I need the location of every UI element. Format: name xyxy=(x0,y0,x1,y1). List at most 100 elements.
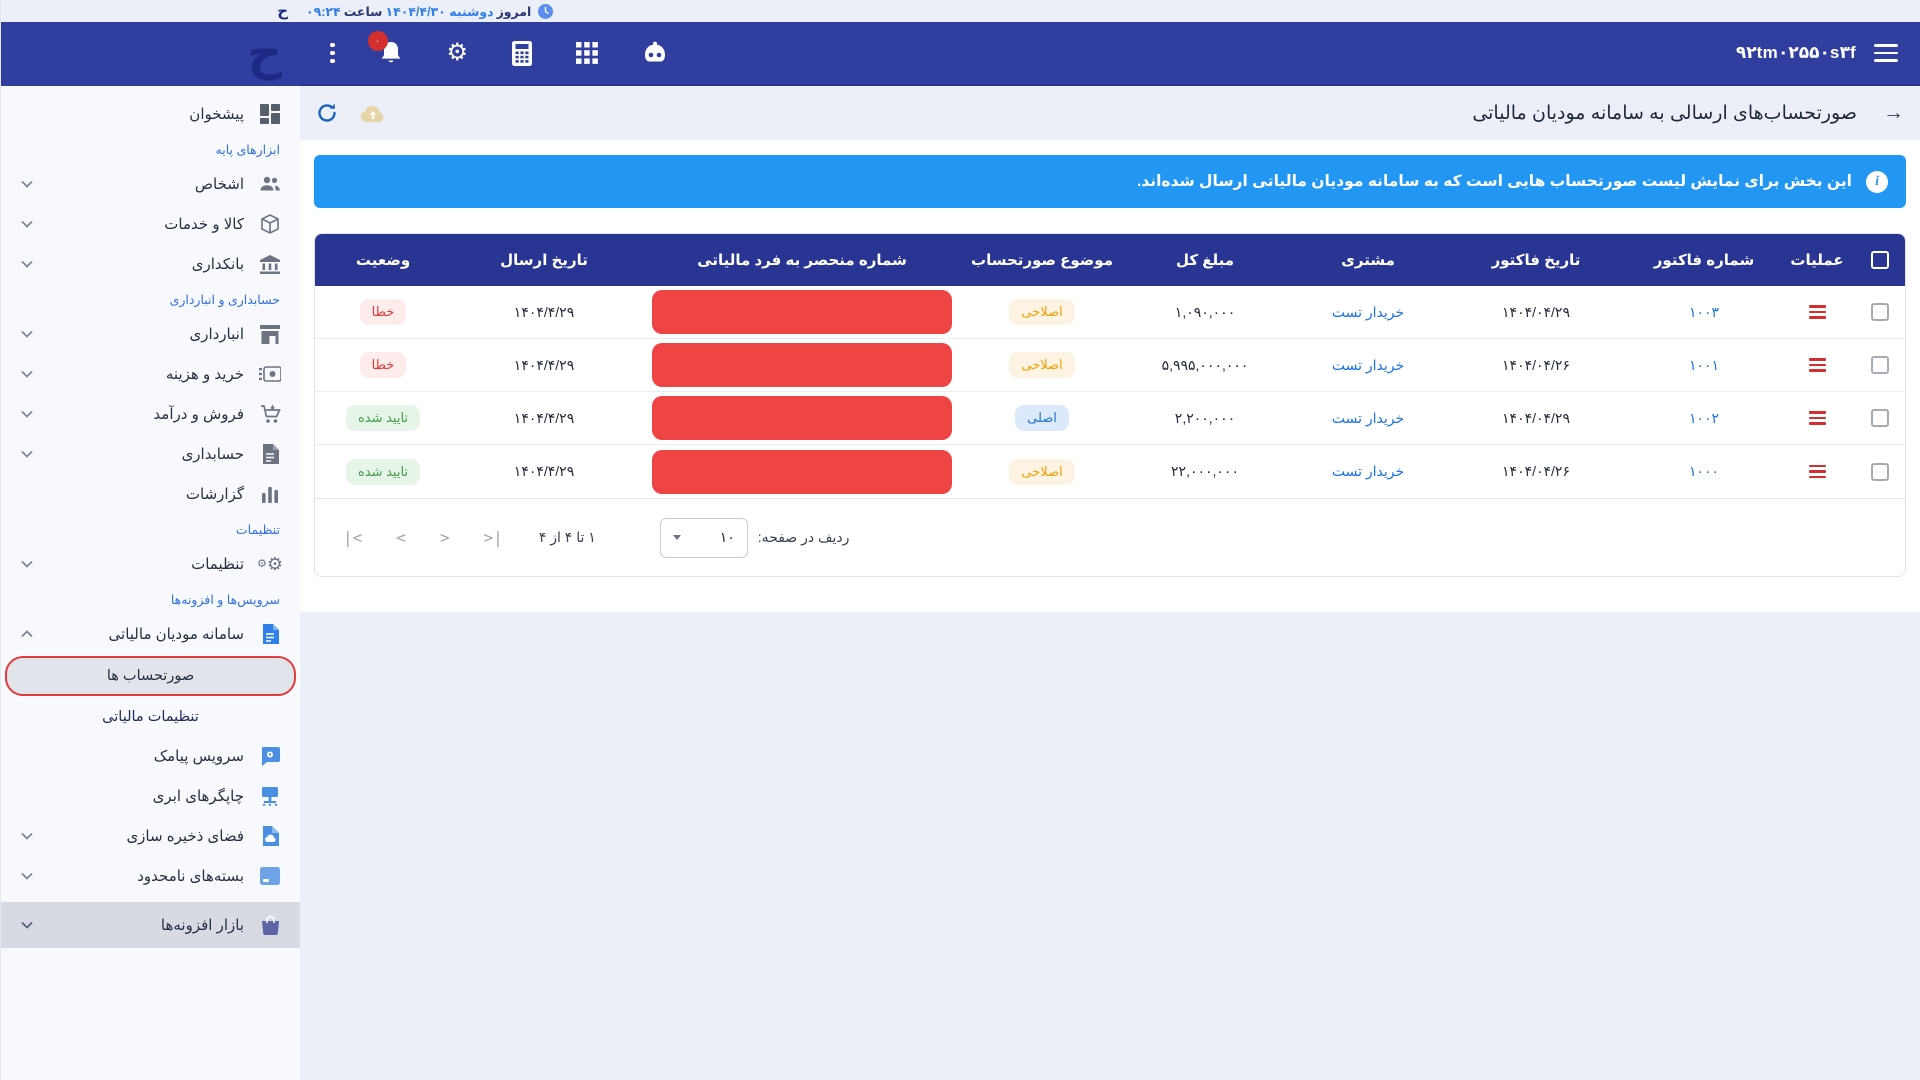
sidebar-item-sms-service[interactable]: سرویس پیامک xyxy=(1,736,300,776)
table-row: ۱۰۰۱ ۱۴۰۴/۰۴/۲۶ خریدار تست ۵,۹۹۵,۰۰۰,۰۰۰… xyxy=(315,339,1905,392)
tax-document-icon xyxy=(258,624,282,644)
people-icon xyxy=(258,175,282,193)
table-row: ۱۰۰۰ ۱۴۰۴/۰۴/۲۶ خریدار تست ۲۲,۰۰۰,۰۰۰ اص… xyxy=(315,445,1905,498)
app-root: امروز دوشنبه ۱۴۰۴/۴/۳۰ ساعت ۰۹:۲۴ ۹۲tm۰۲… xyxy=(0,0,1920,1080)
assistant-robot-icon[interactable] xyxy=(642,41,668,65)
sidebar-item-warehousing[interactable]: انبارداری xyxy=(1,314,300,354)
row-checkbox[interactable] xyxy=(1871,409,1889,427)
sidebar-item-label: بسته‌های نامحدود xyxy=(137,867,244,885)
sidebar-item-settings[interactable]: ⚙⚙ تنظیمات xyxy=(1,544,300,584)
col-send-date: تاریخ ارسال xyxy=(451,251,637,269)
select-all-checkbox[interactable] xyxy=(1871,251,1889,269)
invoice-date: ۱۴۰۴/۰۴/۲۹ xyxy=(1443,304,1629,321)
status-badge: تایید شده xyxy=(346,459,420,485)
back-arrow-icon[interactable]: → xyxy=(1883,101,1904,125)
customer-link[interactable]: خریدار تست xyxy=(1293,410,1443,427)
sidebar-section-services-addons: سرویس‌ها و افزونه‌ها xyxy=(1,584,300,614)
sidebar-section-settings: تنظیمات xyxy=(1,514,300,544)
invoice-date: ۱۴۰۴/۰۴/۲۶ xyxy=(1443,357,1629,374)
sidebar-item-label: انبارداری xyxy=(189,325,244,343)
customer-link[interactable]: خریدار تست xyxy=(1293,463,1443,480)
sidebar-item-unlimited-packages[interactable]: بسته‌های نامحدود xyxy=(1,856,300,896)
sms-service-icon xyxy=(258,746,282,766)
rows-per-page-select[interactable]: ۱۰ xyxy=(660,518,748,558)
chevron-down-icon xyxy=(21,921,33,929)
page-title-group: → صورتحساب‌های ارسالی به سامانه مودیان م… xyxy=(1472,101,1904,125)
chevron-down-icon xyxy=(21,832,33,840)
sidebar-item-label: اشخاص xyxy=(195,175,244,193)
cloud-upload-icon[interactable] xyxy=(360,103,386,123)
refresh-icon[interactable] xyxy=(316,102,338,124)
sidebar-item-label: فضای ذخیره سازی xyxy=(126,827,244,845)
status-bar: امروز دوشنبه ۱۴۰۴/۴/۳۰ ساعت ۰۹:۲۴ xyxy=(300,0,1920,22)
apps-grid-icon[interactable] xyxy=(576,42,598,64)
time-label: ساعت xyxy=(344,4,383,19)
total-amount: ۱,۰۹۰,۰۰۰ xyxy=(1117,304,1293,321)
sidebar-item-storage-space[interactable]: فضای ذخیره سازی xyxy=(1,816,300,856)
row-checkbox[interactable] xyxy=(1871,356,1889,374)
invoice-number-link[interactable]: ۱۰۰۳ xyxy=(1629,304,1779,321)
package-icon xyxy=(258,867,282,885)
col-invoice-no: شماره فاکتور xyxy=(1629,251,1779,269)
row-actions-menu-icon[interactable] xyxy=(1809,358,1826,372)
sidebar-item-label: سرویس پیامک xyxy=(154,747,244,765)
table-row: ۱۰۰۳ ۱۴۰۴/۰۴/۲۹ خریدار تست ۱,۰۹۰,۰۰۰ اصل… xyxy=(315,286,1905,339)
sidebar-item-goods-services[interactable]: کالا و خدمات xyxy=(1,204,300,244)
sidebar-item-addons-market[interactable]: بازار افزونه‌ها xyxy=(1,902,300,948)
sidebar-item-label: کالا و خدمات xyxy=(164,215,244,233)
status-badge: خطا xyxy=(360,352,407,378)
prev-page-button[interactable]: < xyxy=(396,528,406,547)
time-value: ۰۹:۲۴ xyxy=(306,4,341,19)
notifications-bell-icon[interactable]: ۰ xyxy=(379,40,403,66)
sidebar-item-label: پیشخوان xyxy=(189,105,244,123)
sidebar-item-accounting[interactable]: حسابداری xyxy=(1,434,300,474)
invoice-number-link[interactable]: ۱۰۰۰ xyxy=(1629,463,1779,480)
calculator-icon[interactable] xyxy=(512,41,532,66)
invoice-number-link[interactable]: ۱۰۰۱ xyxy=(1629,357,1779,374)
today-label: امروز xyxy=(497,4,532,19)
sidebar-item-cloud-printers[interactable]: چاپگرهای ابری xyxy=(1,776,300,816)
status-badge: تایید شده xyxy=(346,405,420,431)
pagination-nav-group: |< < > >| xyxy=(343,528,503,547)
sidebar-item-people[interactable]: اشخاص xyxy=(1,164,300,204)
invoice-number-link[interactable]: ۱۰۰۲ xyxy=(1629,410,1779,427)
sidebar-item-reports[interactable]: گزارشات xyxy=(1,474,300,514)
kebab-menu-icon[interactable] xyxy=(330,43,335,64)
subject-badge: اصلی xyxy=(1015,405,1069,431)
row-checkbox[interactable] xyxy=(1871,463,1889,481)
appbar-right-group: ۹۲tm۰۲۵۵۰s۳f xyxy=(1736,43,1898,63)
row-actions-menu-icon[interactable] xyxy=(1809,465,1826,479)
next-page-button[interactable]: > xyxy=(440,528,450,547)
row-checkbox[interactable] xyxy=(1871,303,1889,321)
chevron-down-icon xyxy=(21,260,33,268)
date-value: دوشنبه ۱۴۰۴/۴/۳۰ xyxy=(385,4,493,19)
row-actions-menu-icon[interactable] xyxy=(1809,411,1826,425)
sidebar-item-dashboard[interactable]: پیشخوان xyxy=(1,94,300,134)
hamburger-menu-icon[interactable] xyxy=(1874,44,1898,62)
last-page-button[interactable]: >| xyxy=(484,528,503,547)
redacted-tax-uid xyxy=(652,343,952,387)
customer-link[interactable]: خریدار تست xyxy=(1293,357,1443,374)
content-area: i این بخش برای نمایش لیست صورتحساب هایی … xyxy=(300,140,1920,612)
sidebar-item-label: چاپگرهای ابری xyxy=(153,787,244,805)
settings-gear-icon[interactable]: ⚙ xyxy=(447,41,469,65)
col-invoice-date: تاریخ فاکتور xyxy=(1443,251,1629,269)
send-date: ۱۴۰۴/۴/۲۹ xyxy=(451,357,637,374)
row-actions-menu-icon[interactable] xyxy=(1809,305,1826,319)
dashboard-icon xyxy=(258,104,282,124)
subject-badge: اصلاحی xyxy=(1009,459,1074,485)
pagination-range: ۱ تا ۴ از ۴ xyxy=(539,529,596,546)
sidebar-subitem-invoices-active[interactable]: صورتحساب ها xyxy=(5,656,296,696)
sidebar-item-label: حسابداری xyxy=(182,445,244,463)
sidebar-item-tax-moadian-system[interactable]: سامانه مودیان مالیاتی xyxy=(1,614,300,654)
select-caret-icon xyxy=(673,535,681,540)
sidebar-subitem-tax-settings[interactable]: تنظیمات مالیاتی xyxy=(1,698,300,736)
sidebar-item-banking[interactable]: بانکداری xyxy=(1,244,300,284)
rows-per-page-value: ۱۰ xyxy=(720,529,735,546)
sidebar-item-purchases-expenses[interactable]: خرید و هزینه xyxy=(1,354,300,394)
toolbar-icons-group xyxy=(316,102,386,124)
document-icon xyxy=(258,444,282,464)
sidebar-item-sales-income[interactable]: فروش و درآمد xyxy=(1,394,300,434)
customer-link[interactable]: خریدار تست xyxy=(1293,304,1443,321)
first-page-button[interactable]: |< xyxy=(343,528,362,547)
